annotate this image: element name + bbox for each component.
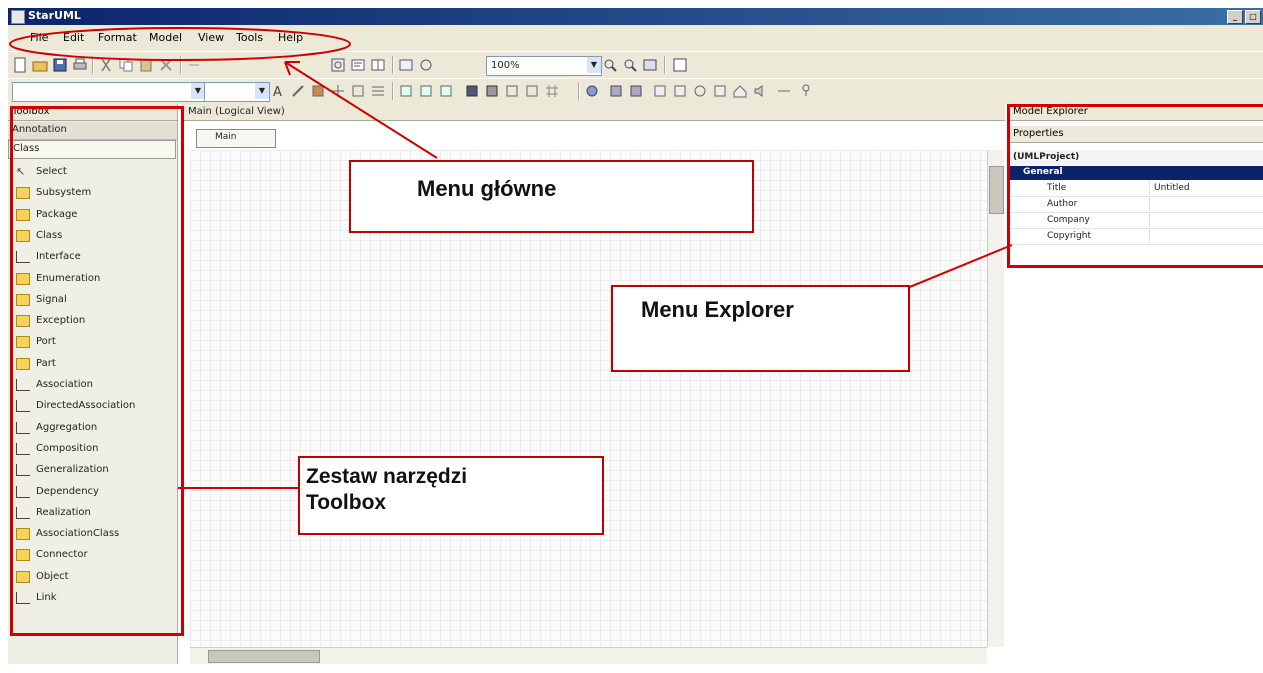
callout-menu-explorer: Menu Explorer [611, 285, 910, 372]
settings-icon[interactable] [418, 57, 434, 73]
menu-help[interactable]: Help [278, 31, 303, 44]
menu-edit[interactable]: Edit [63, 31, 84, 44]
export-model-icon[interactable] [672, 83, 688, 99]
paste-icon[interactable] [138, 57, 154, 73]
format-toolbar: ▼ ▼ A [8, 78, 1263, 104]
menu-tools[interactable]: Tools [236, 31, 263, 44]
vertical-scrollbar[interactable] [987, 150, 1004, 647]
maximize-button[interactable]: □ [1245, 10, 1261, 24]
font-combo[interactable]: ▼ [12, 82, 206, 102]
callout-menu-glowne: Menu główne [349, 160, 754, 233]
link-icon[interactable] [776, 83, 792, 99]
save-icon[interactable] [52, 57, 68, 73]
zoom-fit-icon[interactable] [330, 57, 346, 73]
model-icon[interactable] [584, 83, 600, 99]
person-icon[interactable] [798, 83, 814, 99]
send-back-icon[interactable] [484, 83, 500, 99]
menu-model[interactable]: Model [149, 31, 182, 44]
line-color-icon[interactable] [290, 83, 306, 99]
explorer-highlight-box [1007, 104, 1263, 268]
menu-file[interactable]: File [30, 31, 48, 44]
font-icon[interactable]: A [270, 83, 286, 99]
horizontal-scrollbar[interactable] [190, 647, 987, 664]
generate-icon[interactable] [628, 83, 644, 99]
home-icon[interactable] [732, 83, 748, 99]
menu-format[interactable]: Format [98, 31, 137, 44]
export-icon[interactable] [398, 57, 414, 73]
chevron-down-icon[interactable]: ▼ [191, 83, 205, 99]
editor-header: Main (Logical View) [182, 104, 1005, 121]
align-right-icon[interactable] [438, 83, 454, 99]
grid-icon[interactable] [544, 83, 560, 99]
callout-toolbox-line2: Toolbox [306, 491, 387, 514]
align-center-icon[interactable] [418, 83, 434, 99]
callout-toolbox: Zestaw narzędzi Toolbox [298, 456, 604, 535]
copy-icon[interactable] [118, 57, 134, 73]
horizontal-scroll-thumb[interactable] [208, 650, 320, 663]
arrange-icon[interactable] [350, 83, 366, 99]
font-size-combo[interactable]: ▼ [204, 82, 270, 102]
undo-icon[interactable] [186, 57, 202, 73]
report-icon[interactable] [712, 83, 728, 99]
print-icon[interactable] [72, 57, 88, 73]
standard-toolbar: 100% ▼ [8, 51, 1263, 78]
verify-icon[interactable] [692, 83, 708, 99]
check-icon[interactable] [608, 83, 624, 99]
menu-bar: File Edit Format Model View Tools Help [8, 25, 1263, 51]
help-icon[interactable] [672, 57, 688, 73]
svg-text:A: A [273, 85, 282, 99]
app-icon [11, 10, 25, 24]
open-folder-icon[interactable] [32, 57, 48, 73]
zoom-value: 100% [491, 60, 520, 71]
cut-icon[interactable] [98, 57, 114, 73]
sound-icon[interactable] [752, 83, 768, 99]
align-left-icon[interactable] [398, 83, 414, 99]
align-icon[interactable] [350, 57, 366, 73]
callout-menu-explorer-text: Menu Explorer [641, 297, 794, 322]
zoom-combo[interactable]: 100% ▼ [486, 56, 602, 76]
chevron-down-icon[interactable]: ▼ [587, 57, 601, 73]
menu-view[interactable]: View [198, 31, 224, 44]
vertical-scroll-thumb[interactable] [989, 166, 1004, 214]
title-bar: StarUML _ □ [8, 8, 1263, 25]
bring-front-icon[interactable] [464, 83, 480, 99]
tab-main[interactable]: Main [196, 129, 276, 148]
fit-window-icon[interactable] [642, 57, 658, 73]
distribute-icon[interactable] [370, 83, 386, 99]
callout-toolbox-line1: Zestaw narzędzi [306, 465, 468, 488]
zoom-out-icon[interactable] [622, 57, 638, 73]
delete-icon[interactable] [158, 57, 174, 73]
callout-menu-glowne-text: Menu główne [417, 176, 557, 201]
window-title: StarUML [28, 9, 81, 22]
toolbox-highlight-box [10, 106, 184, 636]
new-file-icon[interactable] [12, 57, 28, 73]
minimize-button[interactable]: _ [1227, 10, 1243, 24]
layout-icon[interactable] [370, 57, 386, 73]
import-icon[interactable] [652, 83, 668, 99]
tab-main-label: Main [215, 132, 237, 142]
zoom-in-icon[interactable] [602, 57, 618, 73]
group-icon[interactable] [504, 83, 520, 99]
ungroup-icon[interactable] [524, 83, 540, 99]
chevron-down-icon[interactable]: ▼ [255, 83, 269, 99]
fill-color-icon[interactable] [310, 83, 326, 99]
line-style-icon[interactable] [330, 83, 346, 99]
